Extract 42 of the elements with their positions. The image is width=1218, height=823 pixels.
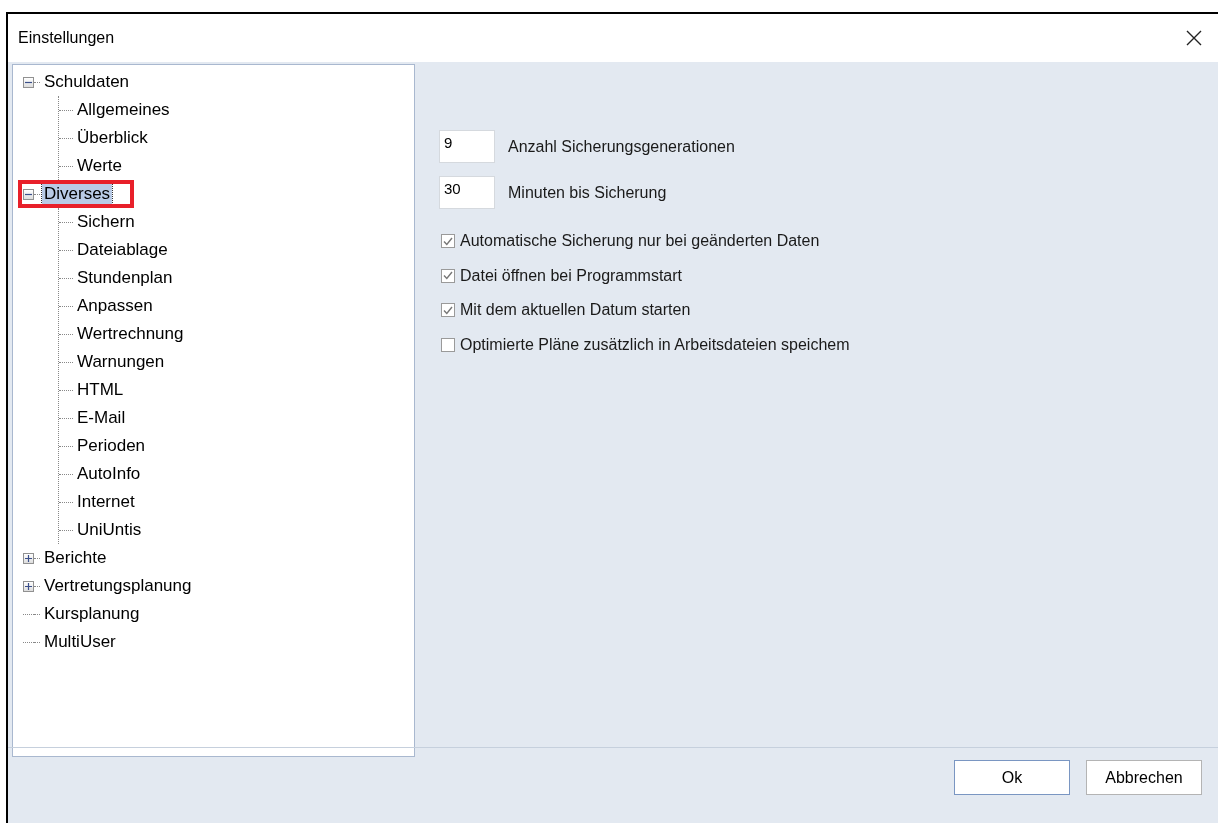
tree-item[interactable]: Berichte	[42, 548, 109, 568]
tree-item[interactable]: Schuldaten	[42, 72, 132, 92]
tree-item[interactable]: UniUntis	[75, 520, 144, 540]
tree-item[interactable]: Werte	[75, 156, 125, 176]
cancel-button[interactable]: Abbrechen	[1086, 760, 1202, 795]
tree-item[interactable]: Wertrechnung	[75, 324, 186, 344]
tree-item[interactable]: MultiUser	[42, 632, 118, 652]
collapse-icon[interactable]	[23, 76, 34, 88]
collapse-icon[interactable]	[23, 188, 34, 200]
tree-item[interactable]: Anpassen	[75, 296, 155, 316]
checkbox-label: Automatische Sicherung nur bei geänderten Daten	[460, 232, 820, 251]
checkbox[interactable]	[441, 234, 455, 249]
number-field[interactable]: 30	[439, 176, 495, 209]
tree-item[interactable]: Stundenplan	[75, 268, 175, 288]
tree-item[interactable]: Sichern	[75, 212, 137, 232]
tree-item[interactable]: Dateiablage	[75, 240, 170, 260]
expand-icon[interactable]	[23, 552, 34, 564]
tree-item[interactable]: HTML	[75, 380, 126, 400]
tree-item[interactable]: Diverses	[42, 184, 113, 204]
close-icon	[1186, 30, 1202, 46]
checkbox-label: Optimierte Pläne zusätzlich in Arbeitsdateien speichem	[460, 335, 850, 354]
tree-item[interactable]: E-Mail	[75, 408, 128, 428]
checkbox[interactable]	[441, 337, 455, 352]
expand-icon[interactable]	[23, 580, 34, 592]
tree-item[interactable]: Kursplanung	[42, 604, 142, 624]
tree-item[interactable]: AutoInfo	[75, 464, 143, 484]
field-label: Anzahl Sicherungsgenerationen	[508, 137, 735, 156]
close-button[interactable]	[1184, 28, 1204, 48]
checkbox-label: Mit dem aktuellen Datum starten	[460, 301, 691, 320]
tree-item[interactable]: Allgemeines	[75, 100, 172, 120]
checkbox[interactable]	[441, 303, 455, 318]
tree-item[interactable]: Warnungen	[75, 352, 167, 372]
ok-button[interactable]: Ok	[954, 760, 1070, 795]
window-title: Einstellungen	[18, 29, 115, 47]
tree-item[interactable]: Perioden	[75, 436, 148, 456]
number-field[interactable]: 9	[439, 130, 495, 163]
tree-item[interactable]: Vertretungsplanung	[42, 576, 194, 596]
checkbox-label: Datei öffnen bei Programmstart	[460, 266, 683, 285]
tree-item[interactable]: Überblick	[75, 128, 150, 148]
field-label: Minuten bis Sicherung	[508, 183, 667, 202]
checkbox[interactable]	[441, 268, 455, 283]
tree-item[interactable]: Internet	[75, 492, 137, 512]
